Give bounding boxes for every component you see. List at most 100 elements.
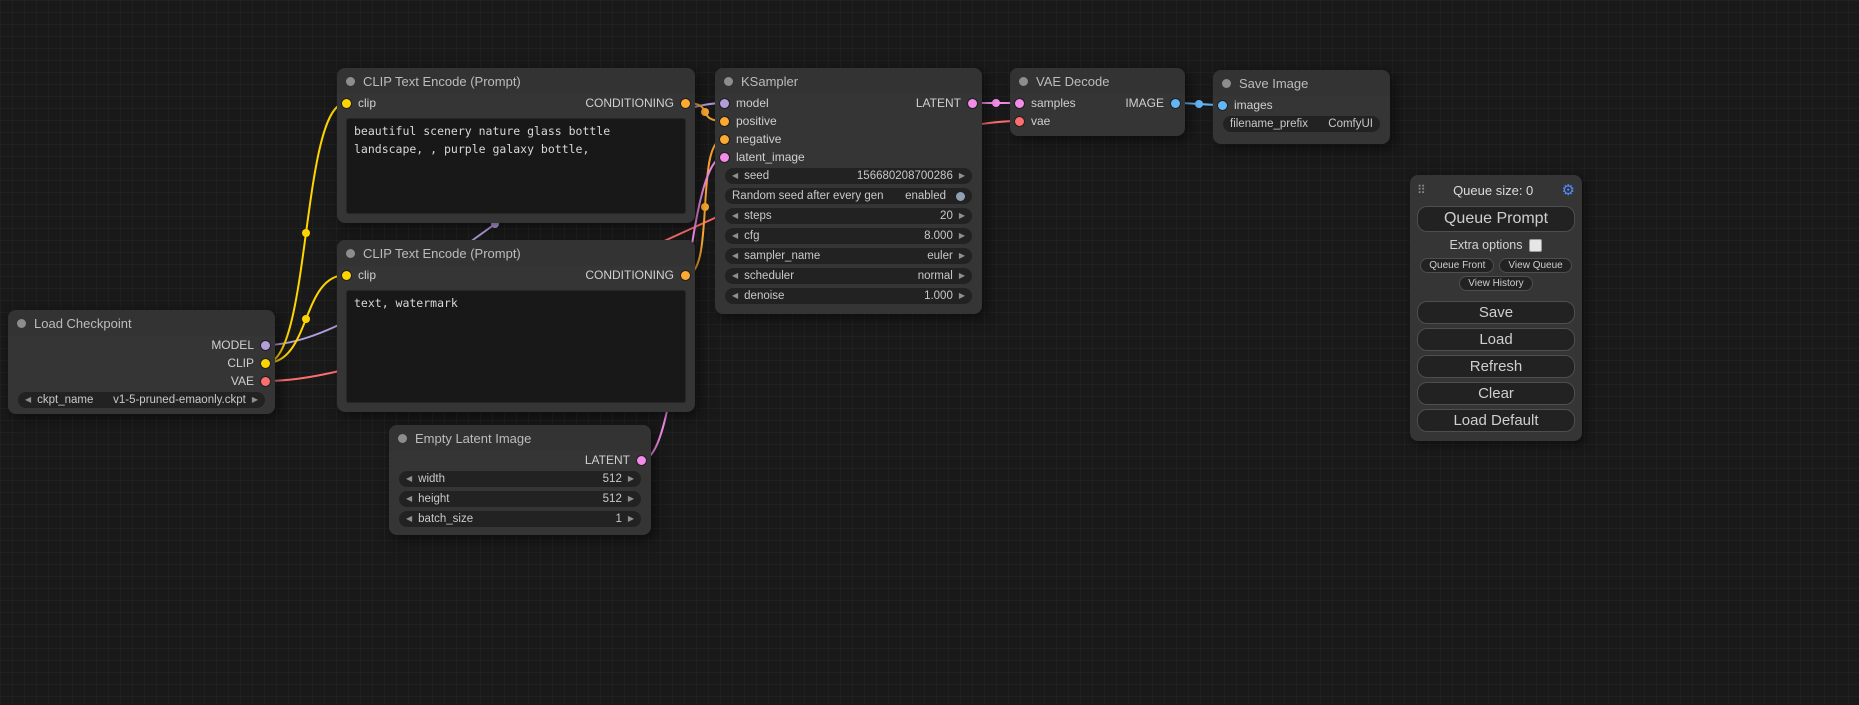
queue-buttons-row: Queue Front View Queue bbox=[1417, 258, 1575, 273]
input-label: vae bbox=[1031, 114, 1050, 128]
node-vae-decode[interactable]: VAE Decode samples IMAGE vae bbox=[1010, 68, 1185, 136]
clear-button[interactable]: Clear bbox=[1417, 382, 1575, 405]
left-arrow-icon[interactable]: ◀ bbox=[732, 232, 738, 240]
positive-input-slot[interactable] bbox=[720, 117, 729, 126]
slot-row: clip CONDITIONING bbox=[337, 94, 695, 112]
drag-handle-icon[interactable]: ⠿ bbox=[1417, 183, 1425, 197]
node-collapse-dot[interactable] bbox=[1222, 79, 1231, 88]
node-title-bar[interactable]: Load Checkpoint bbox=[8, 310, 275, 336]
view-queue-button[interactable]: View Queue bbox=[1499, 258, 1571, 273]
negative-prompt-textarea[interactable]: text, watermark bbox=[346, 290, 686, 403]
save-button[interactable]: Save bbox=[1417, 301, 1575, 324]
node-save-image[interactable]: Save Image images filename_prefix ComfyU… bbox=[1213, 70, 1390, 144]
extra-options-checkbox[interactable] bbox=[1529, 239, 1542, 252]
latent-output-slot[interactable] bbox=[968, 99, 977, 108]
right-arrow-icon[interactable]: ▶ bbox=[959, 272, 965, 280]
left-arrow-icon[interactable]: ◀ bbox=[732, 172, 738, 180]
images-input-slot[interactable] bbox=[1218, 101, 1227, 110]
output-label: LATENT bbox=[585, 453, 630, 467]
node-load-checkpoint[interactable]: Load Checkpoint MODEL CLIP VAE ◀ ckpt_na… bbox=[8, 310, 275, 414]
output-label: IMAGE bbox=[1125, 96, 1164, 110]
ckpt-name-widget[interactable]: ◀ ckpt_name v1-5-pruned-emaonly.ckpt ▶ bbox=[18, 392, 265, 408]
latent-image-input-slot[interactable] bbox=[720, 153, 729, 162]
left-arrow-icon[interactable]: ◀ bbox=[25, 396, 31, 404]
node-title-bar[interactable]: Empty Latent Image bbox=[389, 425, 651, 451]
sampler-name-widget[interactable]: ◀ sampler_name euler ▶ bbox=[725, 248, 972, 264]
node-collapse-dot[interactable] bbox=[398, 434, 407, 443]
scheduler-widget[interactable]: ◀ scheduler normal ▶ bbox=[725, 268, 972, 284]
right-arrow-icon[interactable]: ▶ bbox=[252, 396, 258, 404]
latent-output-slot[interactable] bbox=[637, 456, 646, 465]
left-arrow-icon[interactable]: ◀ bbox=[406, 515, 412, 523]
right-arrow-icon[interactable]: ▶ bbox=[628, 495, 634, 503]
node-collapse-dot[interactable] bbox=[346, 77, 355, 86]
right-arrow-icon[interactable]: ▶ bbox=[959, 172, 965, 180]
seed-widget[interactable]: ◀ seed 156680208700286 ▶ bbox=[725, 168, 972, 184]
right-arrow-icon[interactable]: ▶ bbox=[628, 475, 634, 483]
clip-input-slot[interactable] bbox=[342, 271, 351, 280]
node-empty-latent-image[interactable]: Empty Latent Image LATENT ◀ width 512 ▶ … bbox=[389, 425, 651, 535]
node-title-bar[interactable]: VAE Decode bbox=[1010, 68, 1185, 94]
node-ksampler[interactable]: KSampler model LATENT positive negative … bbox=[715, 68, 982, 314]
vae-input-slot[interactable] bbox=[1015, 117, 1024, 126]
node-collapse-dot[interactable] bbox=[724, 77, 733, 86]
load-button[interactable]: Load bbox=[1417, 328, 1575, 351]
link-midpoint-dot bbox=[701, 108, 709, 116]
cfg-widget[interactable]: ◀ cfg 8.000 ▶ bbox=[725, 228, 972, 244]
node-title-bar[interactable]: KSampler bbox=[715, 68, 982, 94]
positive-prompt-textarea[interactable]: beautiful scenery nature glass bottle la… bbox=[346, 118, 686, 214]
load-default-button[interactable]: Load Default bbox=[1417, 409, 1575, 432]
width-widget[interactable]: ◀ width 512 ▶ bbox=[399, 471, 641, 487]
right-arrow-icon[interactable]: ▶ bbox=[959, 232, 965, 240]
view-history-button[interactable]: View History bbox=[1459, 276, 1532, 291]
node-title: KSampler bbox=[741, 74, 798, 89]
left-arrow-icon[interactable]: ◀ bbox=[732, 252, 738, 260]
denoise-widget[interactable]: ◀ denoise 1.000 ▶ bbox=[725, 288, 972, 304]
negative-input-slot[interactable] bbox=[720, 135, 729, 144]
image-output-slot[interactable] bbox=[1171, 99, 1180, 108]
conditioning-output-slot[interactable] bbox=[681, 99, 690, 108]
node-clip-text-encode-negative[interactable]: CLIP Text Encode (Prompt) clip CONDITION… bbox=[337, 240, 695, 412]
queue-front-button[interactable]: Queue Front bbox=[1420, 258, 1494, 273]
model-output-slot[interactable] bbox=[261, 341, 270, 350]
conditioning-output-slot[interactable] bbox=[681, 271, 690, 280]
steps-widget[interactable]: ◀ steps 20 ▶ bbox=[725, 208, 972, 224]
queue-prompt-button[interactable]: Queue Prompt bbox=[1417, 206, 1575, 232]
widget-label: width bbox=[418, 473, 445, 485]
right-arrow-icon[interactable]: ▶ bbox=[628, 515, 634, 523]
right-arrow-icon[interactable]: ▶ bbox=[959, 292, 965, 300]
widget-value: euler bbox=[927, 250, 953, 262]
node-title-bar[interactable]: CLIP Text Encode (Prompt) bbox=[337, 68, 695, 94]
clip-input-slot[interactable] bbox=[342, 99, 351, 108]
node-collapse-dot[interactable] bbox=[346, 249, 355, 258]
clip-output-slot[interactable] bbox=[261, 359, 270, 368]
queue-menu-panel: ⠿ Queue size: 0 ⚙ Queue Prompt Extra opt… bbox=[1410, 175, 1582, 441]
left-arrow-icon[interactable]: ◀ bbox=[732, 212, 738, 220]
left-arrow-icon[interactable]: ◀ bbox=[732, 292, 738, 300]
node-collapse-dot[interactable] bbox=[17, 319, 26, 328]
samples-input-slot[interactable] bbox=[1015, 99, 1024, 108]
right-arrow-icon[interactable]: ▶ bbox=[959, 252, 965, 260]
batch-size-widget[interactable]: ◀ batch_size 1 ▶ bbox=[399, 511, 641, 527]
node-graph-canvas[interactable]: Load Checkpoint MODEL CLIP VAE ◀ ckpt_na… bbox=[0, 0, 1859, 705]
node-title-bar[interactable]: Save Image bbox=[1213, 70, 1390, 96]
node-collapse-dot[interactable] bbox=[1019, 77, 1028, 86]
left-arrow-icon[interactable]: ◀ bbox=[406, 475, 412, 483]
input-label: latent_image bbox=[736, 150, 805, 164]
height-widget[interactable]: ◀ height 512 ▶ bbox=[399, 491, 641, 507]
right-arrow-icon[interactable]: ▶ bbox=[959, 212, 965, 220]
settings-gear-icon[interactable]: ⚙ bbox=[1562, 183, 1575, 198]
filename-prefix-widget[interactable]: filename_prefix ComfyUI bbox=[1223, 116, 1380, 132]
node-title-bar[interactable]: CLIP Text Encode (Prompt) bbox=[337, 240, 695, 266]
widget-value: 1.000 bbox=[924, 290, 953, 302]
left-arrow-icon[interactable]: ◀ bbox=[732, 272, 738, 280]
refresh-button[interactable]: Refresh bbox=[1417, 355, 1575, 378]
input-label: clip bbox=[358, 96, 376, 110]
toggle-knob-icon[interactable] bbox=[956, 192, 965, 201]
node-clip-text-encode-positive[interactable]: CLIP Text Encode (Prompt) clip CONDITION… bbox=[337, 68, 695, 223]
model-input-slot[interactable] bbox=[720, 99, 729, 108]
vae-output-slot[interactable] bbox=[261, 377, 270, 386]
input-label: positive bbox=[736, 114, 777, 128]
random-seed-toggle-widget[interactable]: Random seed after every gen enabled bbox=[725, 188, 972, 204]
left-arrow-icon[interactable]: ◀ bbox=[406, 495, 412, 503]
